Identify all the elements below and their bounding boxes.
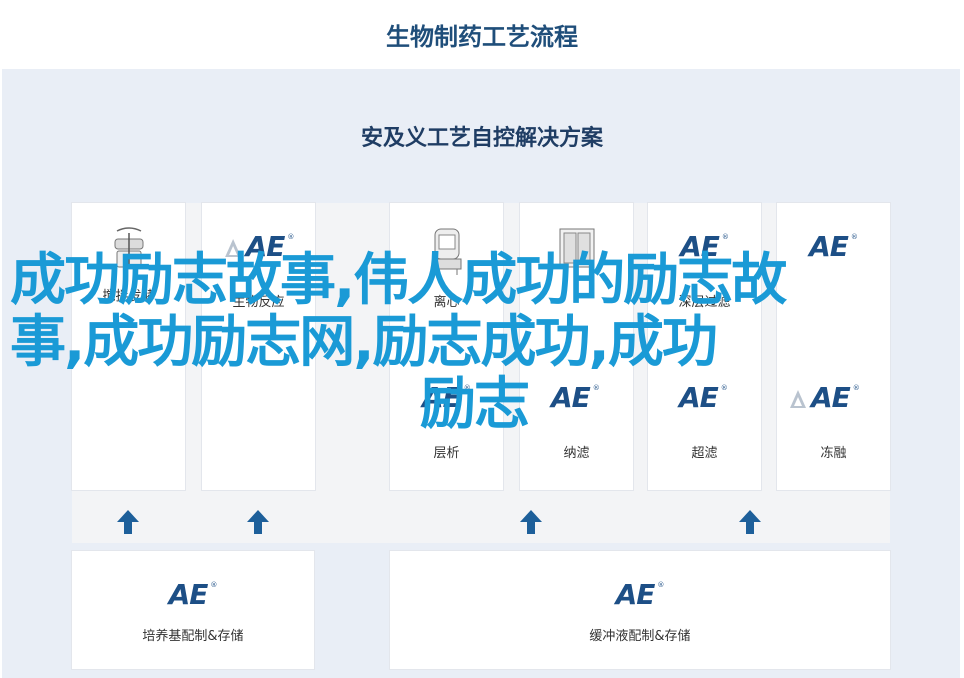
arrow-up-icon — [117, 510, 139, 534]
card-label: 培养基配制&存储 — [142, 629, 244, 644]
step-label-ultrafiltration: 超滤 — [691, 446, 718, 461]
card-label: 缓冲液配制&存储 — [589, 629, 691, 644]
overlay-line-2: 事,成功励志网,励志成功,成功 — [10, 310, 718, 375]
step-label-chromatography: 层析 — [433, 446, 460, 461]
ae-logo-icon: AE ® — [168, 578, 218, 611]
page-title: 生物制药工艺流程 — [386, 22, 578, 51]
card-buffer-prep[interactable]: AE ® 缓冲液配制&存储 — [390, 551, 890, 669]
arrow-up-icon — [247, 510, 269, 534]
step-label-freeze-thaw: 冻融 — [820, 446, 847, 461]
overlay-watermark-text: 成功励志故事,伟人成功的励志故 事,成功励志网,励志成功,成功 励志 — [10, 250, 940, 436]
arrow-up-icon — [739, 510, 761, 534]
ae-logo-icon: AE ® — [615, 578, 665, 611]
card-media-prep[interactable]: AE ® 培养基配制&存储 — [72, 551, 314, 669]
panel-title: 安及义工艺自控解决方案 — [360, 126, 603, 151]
arrow-up-icon — [520, 510, 542, 534]
overlay-line-3: 励志 — [420, 372, 530, 437]
step-label-nanofiltration: 纳滤 — [563, 446, 590, 461]
overlay-line-1: 成功励志故事,伟人成功的励志故 — [10, 248, 787, 313]
